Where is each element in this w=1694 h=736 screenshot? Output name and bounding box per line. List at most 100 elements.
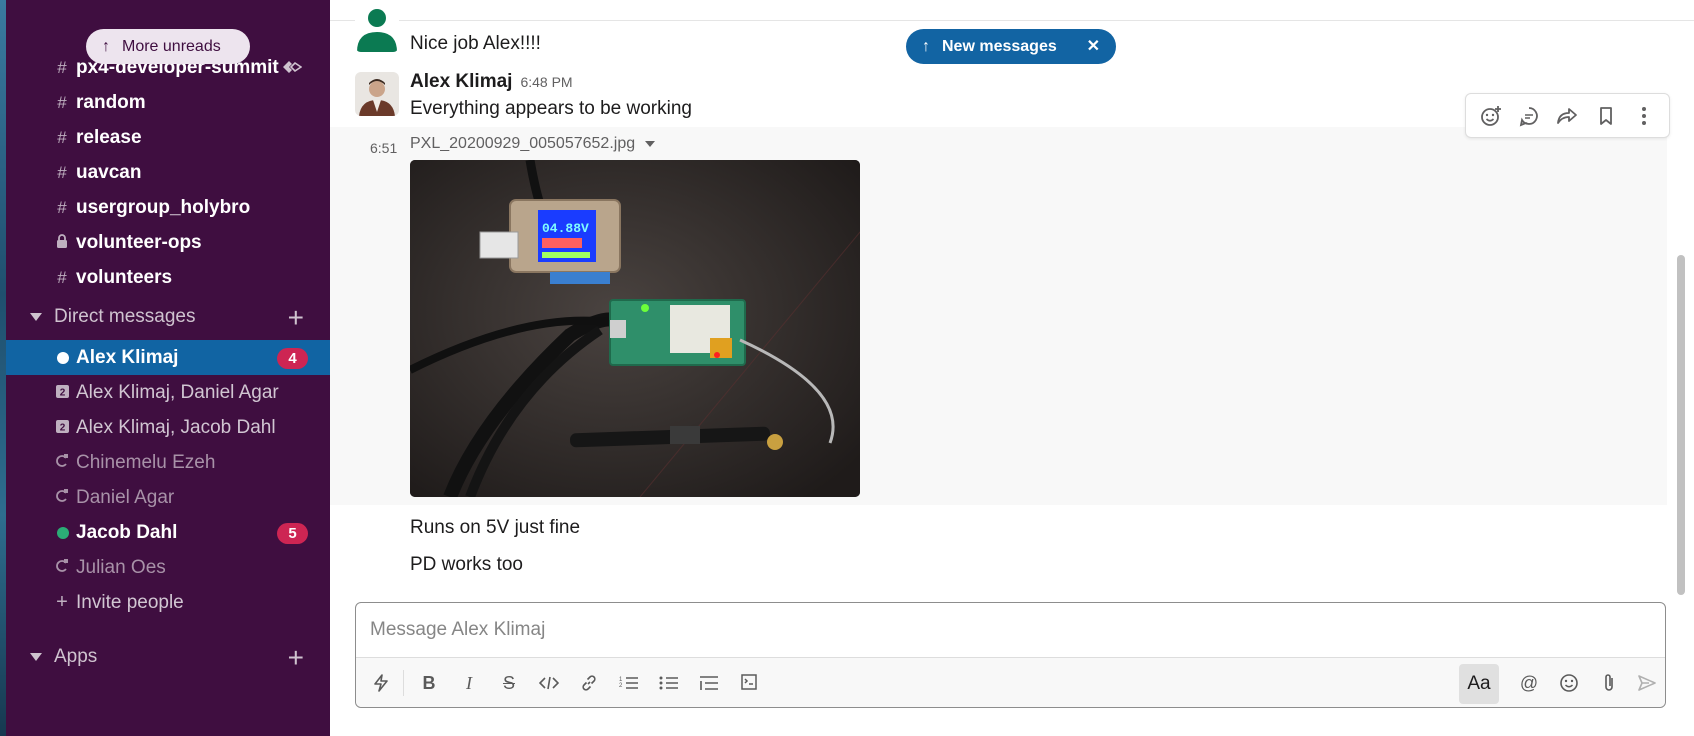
header-divider <box>330 20 1694 21</box>
message-input[interactable] <box>370 617 1570 643</box>
emoji-icon[interactable] <box>1554 668 1584 698</box>
mention-icon[interactable]: @ <box>1514 668 1544 698</box>
strikethrough-icon[interactable]: S <box>494 668 524 698</box>
add-dm-icon[interactable]: + <box>288 302 304 334</box>
ordered-list-icon[interactable]: 12 <box>614 668 644 698</box>
message-author[interactable]: Alex Klimaj 6:48 PM <box>410 71 573 93</box>
sidebar-dm-daniel-agar[interactable]: Daniel Agar <box>6 480 330 515</box>
avatar[interactable] <box>355 72 399 116</box>
bold-icon[interactable]: B <box>414 668 444 698</box>
sidebar: # px4-developer-summit ↑ More unreads # … <box>6 0 330 736</box>
message-text: Runs on 5V just fine <box>410 517 581 538</box>
sidebar-dm-alex-jacob[interactable]: 2 Alex Klimaj, Jacob Dahl <box>6 410 330 445</box>
shortcuts-icon[interactable] <box>366 668 396 698</box>
message-text: PD works too <box>410 554 523 575</box>
more-unreads-label: More unreads <box>122 37 221 55</box>
plus-icon: + <box>56 591 68 613</box>
channel-hash-icon: # <box>57 57 67 77</box>
sidebar-item-label: Alex Klimaj, Daniel Agar <box>76 381 279 403</box>
new-messages-label: New messages <box>942 37 1057 55</box>
message-timestamp[interactable]: 6:48 PM <box>520 74 572 90</box>
caret-down-icon <box>30 653 42 661</box>
group-dm-count-icon: 2 <box>54 383 70 403</box>
channel-hash-icon: # <box>57 267 67 287</box>
sidebar-dm-chinemelu-ezeh[interactable]: Chinemelu Ezeh <box>6 445 330 480</box>
apps-section-header[interactable]: Apps + <box>6 640 330 674</box>
sidebar-item-label: Invite people <box>76 591 184 613</box>
caret-down-icon <box>30 313 42 321</box>
sidebar-item-label: uavcan <box>76 161 142 183</box>
scrollbar-thumb[interactable] <box>1677 255 1685 595</box>
image-attachment[interactable]: 04.88V <box>410 160 860 497</box>
direct-messages-section-header[interactable]: Direct messages + <box>6 300 330 334</box>
arrow-up-icon: ↑ <box>102 37 110 55</box>
message-text: Nice job Alex!!!! <box>410 33 541 54</box>
section-label: Apps <box>54 646 98 667</box>
sidebar-item-label: Chinemelu Ezeh <box>76 451 216 473</box>
sidebar-dm-alex-daniel[interactable]: 2 Alex Klimaj, Daniel Agar <box>6 375 330 410</box>
more-unreads-button[interactable]: ↑ More unreads <box>86 29 250 64</box>
bulleted-list-icon[interactable] <box>654 668 684 698</box>
avatar[interactable] <box>355 8 399 52</box>
format-toggle-button[interactable]: Aa <box>1459 664 1499 704</box>
sidebar-item-label: volunteer-ops <box>76 231 202 253</box>
caret-down-icon[interactable] <box>645 140 656 147</box>
close-icon[interactable]: ✕ <box>1087 36 1100 56</box>
sidebar-item-label: volunteers <box>76 266 173 288</box>
external-user-icon <box>54 488 70 508</box>
sidebar-channel-uavcan[interactable]: # uavcan <box>6 155 330 190</box>
group-dm-count-icon: 2 <box>54 418 70 438</box>
svg-text:2: 2 <box>619 683 623 689</box>
code-block-icon[interactable] <box>734 668 764 698</box>
more-actions-icon[interactable] <box>1629 101 1659 131</box>
unread-badge: 4 <box>277 348 308 369</box>
arrow-up-icon: ↑ <box>922 37 930 55</box>
message-pane: Nice job Alex!!!! Alex Klimaj 6:48 PM Eve… <box>330 0 1694 736</box>
bookmark-icon[interactable] <box>1591 101 1621 131</box>
message-composer: B I S 12 Aa @ <box>355 602 1666 708</box>
sidebar-item-label: release <box>76 126 142 148</box>
group-dm-count: 2 <box>59 387 65 398</box>
external-user-icon <box>54 558 70 578</box>
file-name[interactable]: PXL_20200929_005057652.jpg <box>410 135 635 152</box>
sidebar-channel-random[interactable]: # random <box>6 85 330 120</box>
author-name[interactable]: Alex Klimaj <box>410 71 512 92</box>
sidebar-item-label: Alex Klimaj, Jacob Dahl <box>76 416 276 438</box>
channel-hash-icon: # <box>57 127 67 147</box>
attach-icon[interactable] <box>1594 668 1624 698</box>
blockquote-icon[interactable] <box>694 668 724 698</box>
add-reaction-icon[interactable] <box>1476 101 1506 131</box>
sidebar-channel-volunteers[interactable]: # volunteers <box>6 260 330 295</box>
sidebar-item-label: Alex Klimaj <box>76 346 179 368</box>
message-timestamp[interactable]: 6:51 <box>370 140 397 156</box>
lock-icon <box>54 233 70 253</box>
sidebar-item-label: Julian Oes <box>76 556 166 578</box>
share-icon[interactable] <box>1552 101 1582 131</box>
message-text: Everything appears to be working <box>410 98 692 119</box>
unread-badge: 5 <box>277 523 308 544</box>
file-name-link[interactable]: PXL_20200929_005057652.jpg <box>410 135 656 153</box>
sidebar-channel-release[interactable]: # release <box>6 120 330 155</box>
sidebar-channel-volunteer-ops[interactable]: volunteer-ops <box>6 225 330 260</box>
sidebar-item-label: usergroup_holybro <box>76 196 251 218</box>
sidebar-dm-alex-klimaj[interactable]: Alex Klimaj 4 <box>6 340 330 375</box>
external-user-icon <box>54 453 70 473</box>
sidebar-dm-jacob-dahl[interactable]: Jacob Dahl 5 <box>6 515 330 550</box>
italic-icon[interactable]: I <box>454 668 484 698</box>
add-app-icon[interactable]: + <box>288 642 304 674</box>
sidebar-item-label: Daniel Agar <box>76 486 175 508</box>
reply-thread-icon[interactable] <box>1514 101 1544 131</box>
sidebar-channel-usergroup-holybro[interactable]: # usergroup_holybro <box>6 190 330 225</box>
section-label: Direct messages <box>54 306 196 327</box>
presence-dot-icon <box>57 352 69 364</box>
send-icon[interactable] <box>1632 668 1662 698</box>
sidebar-item-label: Jacob Dahl <box>76 521 178 543</box>
link-icon[interactable] <box>574 668 604 698</box>
group-dm-count: 2 <box>59 422 65 433</box>
sidebar-dm-julian-oes[interactable]: Julian Oes <box>6 550 330 585</box>
new-messages-button[interactable]: ↑ New messages ✕ <box>906 29 1116 64</box>
invite-people-button[interactable]: + Invite people <box>6 585 330 620</box>
channel-hash-icon: # <box>57 162 67 182</box>
shared-channel-icon <box>282 60 303 79</box>
code-icon[interactable] <box>534 668 564 698</box>
